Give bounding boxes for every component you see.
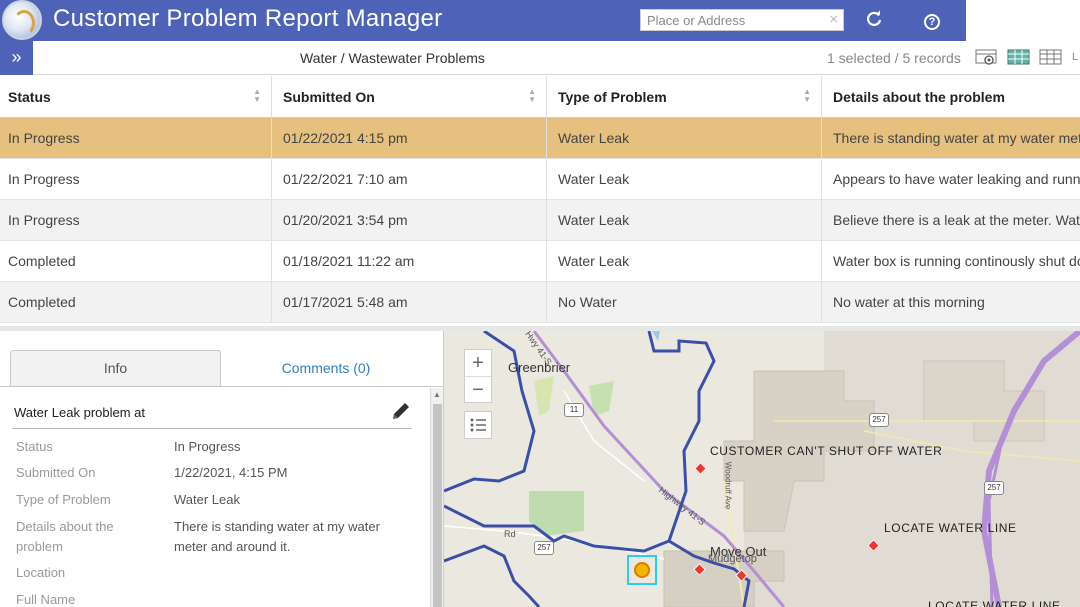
- help-icon: ?: [924, 14, 940, 30]
- scroll-up-icon[interactable]: ▲: [433, 390, 441, 399]
- sort-icon[interactable]: ▲ ▼: [803, 88, 811, 104]
- full-table-icon[interactable]: [1039, 48, 1063, 66]
- route-shield-257: 257: [869, 413, 889, 427]
- route-shield-11: 11: [564, 403, 584, 417]
- attr-label-type: Type of Problem: [16, 492, 111, 507]
- zoom-in-button[interactable]: +: [465, 350, 491, 376]
- sort-icon[interactable]: ▲ ▼: [253, 88, 261, 104]
- help-button[interactable]: ?: [922, 10, 942, 30]
- map-label-greenbrier: Greenbrier: [508, 360, 571, 375]
- attr-label-location: Location: [16, 565, 66, 580]
- tab-comments[interactable]: Comments (0): [221, 350, 431, 386]
- table-header-row: Status ▲ ▼ Submitted On ▲ ▼ Type of Problem ▲…: [0, 76, 1080, 118]
- column-header-details[interactable]: Details about the problem: [822, 76, 1080, 117]
- cell-status: In Progress: [0, 159, 272, 199]
- cell-submitted: 01/22/2021 7:10 am: [272, 159, 547, 199]
- map-label-woodruff: Woodruff Ave: [723, 461, 733, 510]
- app-logo-icon: [2, 0, 42, 40]
- map-label-locate: LOCATE WATER LINE: [884, 521, 1017, 535]
- cell-details: Water box is running continously shut do…: [833, 253, 1080, 269]
- table-row[interactable]: Completed 01/17/2021 5:48 am No Water No…: [0, 282, 1080, 323]
- clear-search-icon[interactable]: ×: [829, 11, 838, 29]
- cell-type: Water Leak: [547, 118, 822, 158]
- cell-type: Water Leak: [547, 241, 822, 281]
- problems-table: Status ▲ ▼ Submitted On ▲ ▼ Type of Problem ▲…: [0, 76, 1080, 326]
- record-count: 1 selected / 5 records: [827, 50, 961, 66]
- cell-submitted: 01/20/2021 3:54 pm: [272, 200, 547, 240]
- pencil-icon: [393, 403, 409, 419]
- attr-label-details: Details about the problem: [16, 519, 114, 554]
- table-toolbar: » Water / Wastewater Problems 1 selected…: [0, 41, 1080, 75]
- tab-info[interactable]: Info: [10, 350, 221, 386]
- attr-value-status: In Progress: [174, 439, 241, 454]
- cell-status: Completed: [0, 241, 272, 281]
- app-title: Customer Problem Report Manager: [53, 5, 443, 32]
- attr-value-submitted: 1/22/2021, 4:15 PM: [174, 465, 288, 480]
- sort-icon[interactable]: ▲ ▼: [528, 88, 536, 104]
- feature-title: Water Leak problem at: [14, 405, 146, 420]
- title-divider: [12, 428, 412, 429]
- cell-status: In Progress: [0, 118, 272, 158]
- cell-status: Completed: [0, 282, 272, 322]
- cell-details: Believe there is a leak at the meter. Wa…: [833, 212, 1080, 228]
- attr-label-fullname: Full Name: [16, 592, 76, 607]
- edit-button[interactable]: [390, 400, 412, 422]
- tab-divider: [0, 386, 443, 387]
- scrollbar-thumb[interactable]: [433, 404, 442, 607]
- details-panel: Info Comments (0) Water Leak problem at …: [0, 331, 444, 607]
- selected-feature-icon: [634, 562, 650, 578]
- list-icon: [470, 418, 486, 432]
- zoom-out-button[interactable]: −: [465, 376, 491, 402]
- route-shield-257: 257: [534, 541, 554, 555]
- route-shield-257: 257: [984, 481, 1004, 495]
- column-header-submitted[interactable]: Submitted On ▲ ▼: [272, 76, 547, 117]
- selected-feature-highlight[interactable]: [627, 555, 657, 585]
- more-options-icon[interactable]: L: [1072, 51, 1078, 63]
- cell-submitted: 01/22/2021 4:15 pm: [272, 118, 547, 158]
- table-row[interactable]: In Progress 01/22/2021 7:10 am Water Lea…: [0, 159, 1080, 200]
- table-view-icon[interactable]: [1007, 48, 1031, 66]
- cell-type: Water Leak: [547, 159, 822, 199]
- legend-button[interactable]: [464, 411, 492, 439]
- cell-submitted: 01/18/2021 11:22 am: [272, 241, 547, 281]
- map-label-shutoff: CUSTOMER CAN'T SHUT OFF WATER: [710, 444, 943, 458]
- map-label-locate-partial: LOCATE WATER LINE: [928, 599, 1061, 607]
- zoom-control: + −: [464, 349, 492, 403]
- view-details-icon[interactable]: [975, 48, 999, 66]
- attr-value-type: Water Leak: [174, 492, 240, 507]
- table-row[interactable]: In Progress 01/20/2021 3:54 pm Water Lea…: [0, 200, 1080, 241]
- cell-type: Water Leak: [547, 200, 822, 240]
- search-box[interactable]: ×: [640, 9, 844, 31]
- cell-status: In Progress: [0, 200, 272, 240]
- attr-label-status: Status: [16, 439, 53, 454]
- cell-submitted: 01/17/2021 5:48 am: [272, 282, 547, 322]
- cell-details: There is standing water at my water mete…: [833, 130, 1080, 146]
- table-row-selected[interactable]: In Progress 01/22/2021 4:15 pm Water Lea…: [0, 118, 1080, 159]
- map-label-mudgetop: Mudgetop: [708, 553, 757, 565]
- attr-label-submitted: Submitted On: [16, 465, 96, 480]
- table-row[interactable]: Completed 01/18/2021 11:22 am Water Leak…: [0, 241, 1080, 282]
- map-label-rd: Rd: [504, 529, 516, 539]
- refresh-button[interactable]: [864, 10, 884, 30]
- map-view[interactable]: 11 257 257 257 Greenbrier CUSTOMER CAN'T…: [444, 331, 1080, 607]
- column-header-type[interactable]: Type of Problem ▲ ▼: [547, 76, 822, 117]
- layer-title: Water / Wastewater Problems: [300, 50, 485, 66]
- column-header-status[interactable]: Status ▲ ▼: [0, 76, 272, 117]
- cell-details: Appears to have water leaking and runnin…: [833, 171, 1080, 187]
- cell-details: No water at this morning: [833, 294, 985, 310]
- expand-panel-button[interactable]: »: [0, 41, 33, 75]
- attr-value-details: There is standing water at my water mete…: [174, 519, 380, 554]
- search-input[interactable]: [641, 10, 821, 30]
- cell-type: No Water: [547, 282, 822, 322]
- refresh-icon: [867, 10, 882, 27]
- details-scrollbar[interactable]: ▲: [430, 388, 443, 607]
- app-header: Customer Problem Report Manager × ?: [0, 0, 966, 41]
